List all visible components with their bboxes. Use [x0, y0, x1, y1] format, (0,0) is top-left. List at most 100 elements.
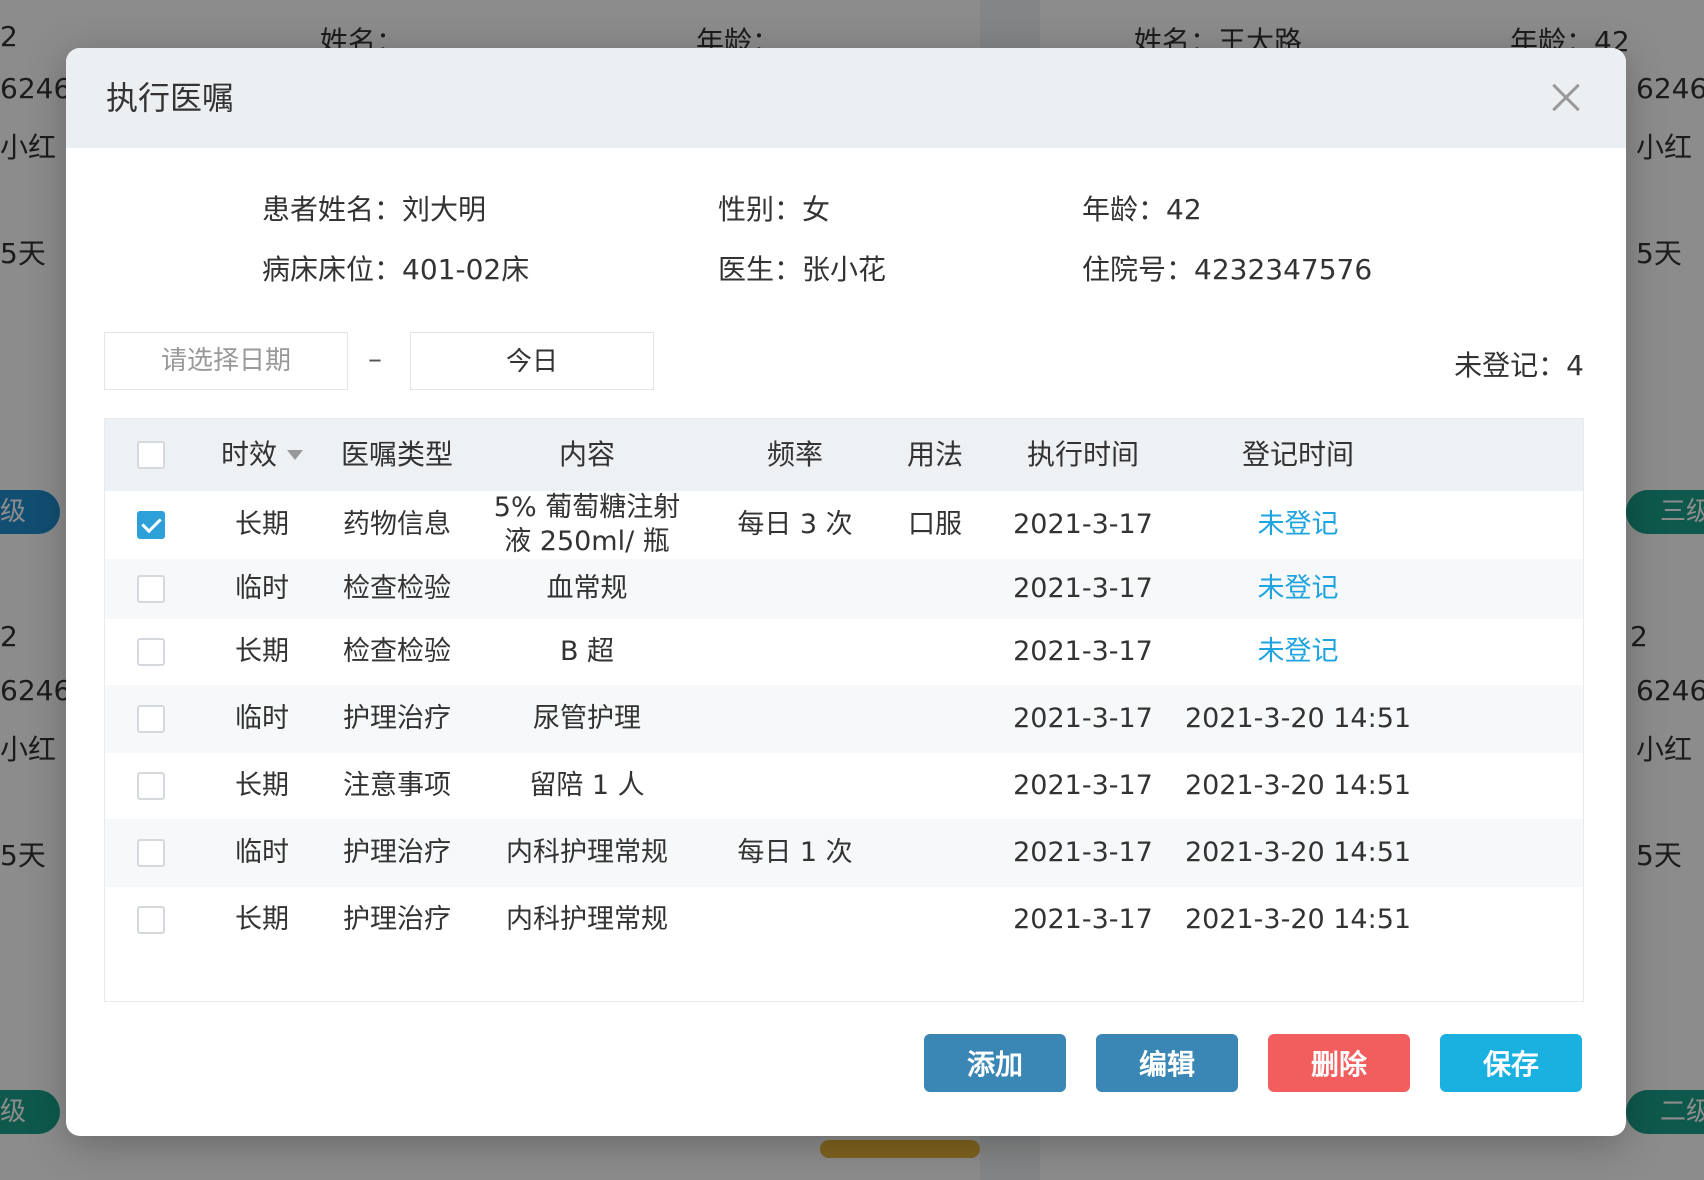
cell-reg-time: 未登记: [1179, 491, 1417, 559]
modal-header: 执行医嘱: [66, 48, 1626, 148]
header-type: 医嘱类型: [327, 419, 467, 491]
cell-exec-time: 2021-3-17: [987, 619, 1179, 685]
cell-content-text: 尿管护理: [533, 703, 641, 734]
unregistered-link[interactable]: 未登记: [1258, 508, 1339, 542]
header-validity-label: 时效: [220, 438, 277, 471]
table-row[interactable]: 长期 注意事项 留陪 1 人 2021-3-17 2021-3-20 14:51: [105, 753, 1583, 819]
row-checkbox[interactable]: [137, 839, 165, 867]
cell-content-text: 血常规: [546, 573, 628, 604]
cell-usage: [883, 685, 987, 753]
cell-frequency: [707, 887, 883, 953]
cell-validity-text: 长期: [235, 509, 289, 540]
row-checkbox[interactable]: [137, 772, 165, 800]
patient-name-field: 患者姓名：刘大明: [262, 188, 486, 228]
unregistered-link[interactable]: 未登记: [1258, 635, 1339, 669]
row-checkbox[interactable]: [137, 906, 165, 934]
cell-exec-time: 2021-3-17: [987, 753, 1179, 819]
cell-content: 内科护理常规: [467, 819, 707, 887]
cell-type: 药物信息: [327, 491, 467, 559]
cell-usage: [883, 619, 987, 685]
header-select-all-cell: [105, 419, 197, 491]
row-checkbox[interactable]: [137, 575, 165, 603]
row-checkbox[interactable]: [137, 638, 165, 666]
cell-type: 检查检验: [327, 619, 467, 685]
cell-usage: [883, 819, 987, 887]
cell-validity-text: 临时: [235, 703, 289, 734]
header-usage: 用法: [883, 419, 987, 491]
cell-type: 护理治疗: [327, 819, 467, 887]
add-button[interactable]: 添加: [924, 1034, 1066, 1092]
save-button[interactable]: 保存: [1440, 1034, 1582, 1092]
header-reg-time: 登记时间: [1179, 419, 1417, 491]
unregistered-label: 未登记：: [1454, 349, 1567, 382]
cell-exec-time: 2021-3-17: [987, 491, 1179, 559]
end-date-input[interactable]: 今日: [410, 332, 654, 390]
patient-admission-field: 住院号：4232347576: [1082, 248, 1372, 288]
table-row[interactable]: 临时 护理治疗 内科护理常规 每日 1 次 2021-3-17 2021-3-20 14:…: [105, 819, 1583, 887]
cell-usage: [883, 559, 987, 619]
start-date-input[interactable]: [104, 332, 348, 390]
row-select-cell: [105, 559, 197, 619]
cell-exec-time-text: 2021-3-17: [1013, 573, 1153, 604]
cell-validity-text: 临时: [235, 837, 289, 868]
patient-bed-field: 病床床位：401-02床: [262, 248, 529, 288]
table-row[interactable]: 临时 护理治疗 尿管护理 2021-3-17 2021-3-20 14:51: [105, 685, 1583, 753]
orders-table: 时效 医嘱类型 内容 频率 用法 执行时间 登记时间 长期 药物信息 5% 葡萄糖注…: [104, 418, 1584, 1002]
patient-name-label: 患者姓名：: [262, 193, 403, 226]
cell-usage: 口服: [883, 491, 987, 559]
header-content-label: 内容: [558, 438, 615, 471]
execute-orders-modal: 执行医嘱 患者姓名：刘大明 性别：女 年龄：42 病床床位：401-02床 医生…: [66, 48, 1626, 1136]
cell-content: B 超: [467, 619, 707, 685]
delete-button[interactable]: 删除: [1268, 1034, 1410, 1092]
edit-button[interactable]: 编辑: [1096, 1034, 1238, 1092]
cell-validity: 临时: [197, 819, 327, 887]
cell-validity: 长期: [197, 491, 327, 559]
cell-usage: [883, 887, 987, 953]
header-exec-time-label: 执行时间: [1026, 438, 1139, 471]
patient-admission-label: 住院号：: [1082, 253, 1195, 286]
row-checkbox[interactable]: [137, 705, 165, 733]
cell-type-text: 药物信息: [343, 509, 451, 540]
table-row[interactable]: 临时 检查检验 血常规 2021-3-17 未登记: [105, 559, 1583, 619]
date-range-separator: –: [368, 342, 382, 375]
close-icon[interactable]: [1542, 74, 1590, 122]
header-validity[interactable]: 时效: [197, 419, 327, 491]
patient-gender-field: 性别：女: [718, 188, 830, 228]
cell-validity: 长期: [197, 619, 327, 685]
cell-frequency: [707, 559, 883, 619]
sort-caret-down-icon[interactable]: [287, 450, 303, 460]
cell-exec-time-text: 2021-3-17: [1013, 636, 1153, 667]
table-row[interactable]: 长期 护理治疗 内科护理常规 2021-3-17 2021-3-20 14:51: [105, 887, 1583, 953]
table-row[interactable]: 长期 检查检验 B 超 2021-3-17 未登记: [105, 619, 1583, 685]
cell-frequency: 每日 1 次: [707, 819, 883, 887]
header-content: 内容: [467, 419, 707, 491]
unregistered-link[interactable]: 未登记: [1258, 572, 1339, 606]
patient-age-label: 年龄：: [1082, 193, 1167, 226]
patient-age-value: 42: [1166, 193, 1202, 226]
cell-frequency: [707, 753, 883, 819]
cell-reg-time: 2021-3-20 14:51: [1179, 685, 1417, 753]
cell-usage-text: 口服: [908, 509, 962, 540]
header-type-label: 医嘱类型: [340, 438, 453, 471]
header-usage-label: 用法: [906, 438, 963, 471]
cell-content: 血常规: [467, 559, 707, 619]
select-all-checkbox[interactable]: [137, 441, 165, 469]
cell-type-text: 检查检验: [343, 636, 451, 667]
cell-frequency: 每日 3 次: [707, 491, 883, 559]
cell-type: 注意事项: [327, 753, 467, 819]
cell-validity-text: 临时: [235, 573, 289, 604]
patient-bed-label: 病床床位：: [262, 253, 403, 286]
cell-frequency: [707, 619, 883, 685]
cell-reg-time: 2021-3-20 14:51: [1179, 819, 1417, 887]
row-select-cell: [105, 619, 197, 685]
row-checkbox[interactable]: [137, 511, 165, 539]
cell-reg-time: 2021-3-20 14:51: [1179, 887, 1417, 953]
row-select-cell: [105, 887, 197, 953]
table-row[interactable]: 长期 药物信息 5% 葡萄糖注射液 250ml/ 瓶 每日 3 次 口服 2021-3-1…: [105, 491, 1583, 559]
cell-validity-text: 长期: [235, 770, 289, 801]
cell-reg-time-text: 2021-3-20 14:51: [1184, 837, 1412, 868]
cell-reg-time-text: 2021-3-20 14:51: [1184, 770, 1412, 801]
row-select-cell: [105, 753, 197, 819]
cell-exec-time-text: 2021-3-17: [1013, 904, 1153, 935]
cell-content: 5% 葡萄糖注射液 250ml/ 瓶: [467, 491, 707, 559]
